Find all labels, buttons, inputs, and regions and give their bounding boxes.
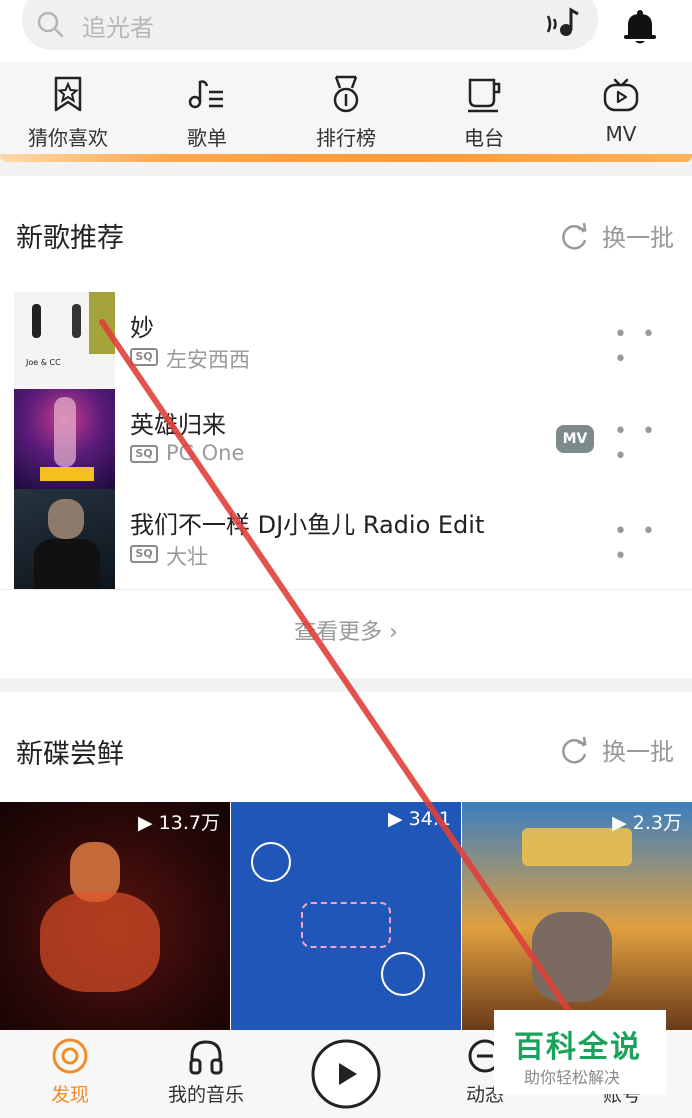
new-songs-title: 新歌推荐 <box>16 223 124 254</box>
song-artist: 大壮 <box>166 545 208 569</box>
list-divider <box>0 589 692 590</box>
more-options-icon[interactable]: • • • <box>614 519 664 569</box>
category-playlists[interactable]: 歌单 <box>147 74 267 151</box>
notification-bell-icon[interactable] <box>620 8 660 46</box>
song-cover <box>14 389 115 489</box>
song-row[interactable]: 英雄归来 SQ PG One MV • • • <box>14 389 692 489</box>
star-bookmark-icon <box>54 76 82 112</box>
album-card[interactable]: ▶ 13.7万 <box>0 802 230 1030</box>
song-title: 英雄归来 <box>130 411 226 439</box>
mv-badge[interactable]: MV <box>556 425 594 453</box>
search-placeholder: 追光者 <box>82 14 154 42</box>
new-albums-title: 新碟尝鲜 <box>16 739 124 770</box>
category-accent-bar <box>0 154 692 162</box>
song-row[interactable]: Joe & CC 妙 SQ 左安西西 • • • <box>14 292 692 392</box>
nav-play-button[interactable] <box>310 1038 382 1110</box>
medal-icon <box>333 75 359 113</box>
album-cover <box>462 802 692 1030</box>
category-guess-you-like[interactable]: 猜你喜欢 <box>8 74 128 151</box>
sq-badge: SQ <box>130 545 158 563</box>
search-icon <box>37 11 64 38</box>
song-cover <box>14 489 115 589</box>
nav-label: 发现 <box>50 1084 89 1106</box>
album-card[interactable]: ▶ 34.1 <box>231 802 461 1030</box>
new-songs-refresh-button[interactable]: 换一批 <box>556 218 686 254</box>
nav-label: 我的音乐 <box>167 1084 244 1106</box>
category-charts[interactable]: 排行榜 <box>286 74 406 151</box>
category-label: 排行榜 <box>316 126 376 150</box>
song-title: 我们不一样 DJ小鱼儿 Radio Edit <box>130 511 485 539</box>
headphones-icon <box>189 1040 223 1075</box>
cover-text: Joe & CC <box>26 358 61 367</box>
top-bar: 追光者 <box>0 0 692 62</box>
tv-play-icon <box>603 78 639 112</box>
sq-badge: SQ <box>130 348 158 366</box>
category-mv[interactable]: MV <box>561 74 681 146</box>
song-artist: 左安西西 <box>166 348 250 372</box>
music-recognition-icon[interactable] <box>544 6 584 42</box>
category-label: 电台 <box>464 126 504 150</box>
album-play-count: ▶ 34.1 <box>388 808 451 830</box>
watermark-title: 百科全说 <box>514 1030 642 1065</box>
refresh-label: 换一批 <box>602 224 674 252</box>
album-cover <box>231 802 461 1030</box>
nav-my-music[interactable]: 我的音乐 <box>160 1036 252 1107</box>
music-note-list-icon <box>188 80 223 109</box>
song-title: 妙 <box>130 314 154 342</box>
cup-icon <box>468 78 501 113</box>
sq-badge: SQ <box>130 445 158 463</box>
song-row[interactable]: 我们不一样 DJ小鱼儿 Radio Edit SQ 大壮 • • • <box>14 489 692 589</box>
refresh-icon <box>562 736 587 764</box>
album-play-count: ▶ 13.7万 <box>138 812 220 834</box>
refresh-icon <box>562 222 587 250</box>
disc-icon <box>52 1038 88 1074</box>
section-divider <box>0 162 692 176</box>
category-radio[interactable]: 电台 <box>424 74 544 151</box>
category-label: MV <box>605 122 637 146</box>
refresh-label: 换一批 <box>602 738 674 766</box>
more-options-icon[interactable]: • • • <box>614 419 664 469</box>
new-albums-refresh-button[interactable]: 换一批 <box>556 732 686 768</box>
search-box[interactable]: 追光者 <box>22 0 598 50</box>
category-label: 猜你喜欢 <box>28 126 108 150</box>
album-cover <box>0 802 230 1030</box>
album-play-count: ▶ 2.3万 <box>612 812 682 834</box>
watermark-subtitle: 助你轻松解决 <box>524 1068 621 1087</box>
watermark: 百科全说 助你轻松解决 <box>494 1010 666 1094</box>
more-options-icon[interactable]: • • • <box>614 322 664 372</box>
see-more-link[interactable]: 查看更多 › <box>0 614 692 646</box>
category-strip: 猜你喜欢 歌单 排行榜 电台 MV <box>0 62 692 162</box>
category-label: 歌单 <box>187 126 227 150</box>
play-circle-icon <box>311 1039 381 1109</box>
section-divider <box>0 678 692 692</box>
song-cover: Joe & CC <box>14 292 115 392</box>
album-card[interactable]: ▶ 2.3万 <box>462 802 692 1030</box>
nav-discover[interactable]: 发现 <box>40 1036 100 1107</box>
song-artist: PG One <box>166 441 245 465</box>
